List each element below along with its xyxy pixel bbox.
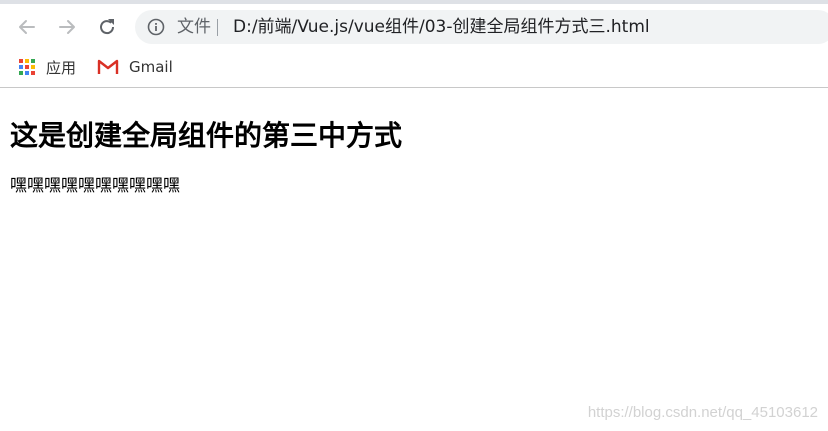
page-heading: 这是创建全局组件的第三中方式 [10, 119, 403, 152]
arrow-left-icon [19, 20, 35, 34]
url-text[interactable]: D:/前端/Vue.js/vue组件/03-创建全局组件方式三.html [233, 10, 650, 44]
browser-toolbar: 文件 D:/前端/Vue.js/vue组件/03-创建全局组件方式三.html [0, 0, 828, 48]
address-bar[interactable]: 文件 D:/前端/Vue.js/vue组件/03-创建全局组件方式三.html [135, 10, 828, 44]
omnibox-separator [217, 19, 218, 36]
back-button[interactable] [12, 12, 42, 42]
gmail-icon [97, 59, 119, 74]
page-content: 这是创建全局组件的第三中方式 嘿嘿嘿嘿嘿嘿嘿嘿嘿嘿 [10, 88, 820, 198]
bookmark-gmail[interactable]: Gmail [97, 56, 173, 78]
site-security-label: 文件 [177, 17, 211, 37]
bookmarks-bar: 应用 Gmail [0, 48, 828, 88]
apps-grid-icon [19, 59, 35, 75]
bookmark-apps[interactable]: 应用 [18, 56, 76, 78]
bookmark-apps-label: 应用 [46, 58, 77, 77]
bookmark-gmail-label: Gmail [129, 58, 173, 76]
info-icon[interactable] [147, 18, 165, 36]
forward-button[interactable] [52, 12, 82, 42]
reload-icon [100, 19, 115, 35]
page-paragraph: 嘿嘿嘿嘿嘿嘿嘿嘿嘿嘿 [10, 176, 180, 196]
watermark: https://blog.csdn.net/qq_45103612 [587, 404, 818, 421]
reload-button[interactable] [92, 12, 122, 42]
arrow-right-icon [59, 20, 75, 34]
